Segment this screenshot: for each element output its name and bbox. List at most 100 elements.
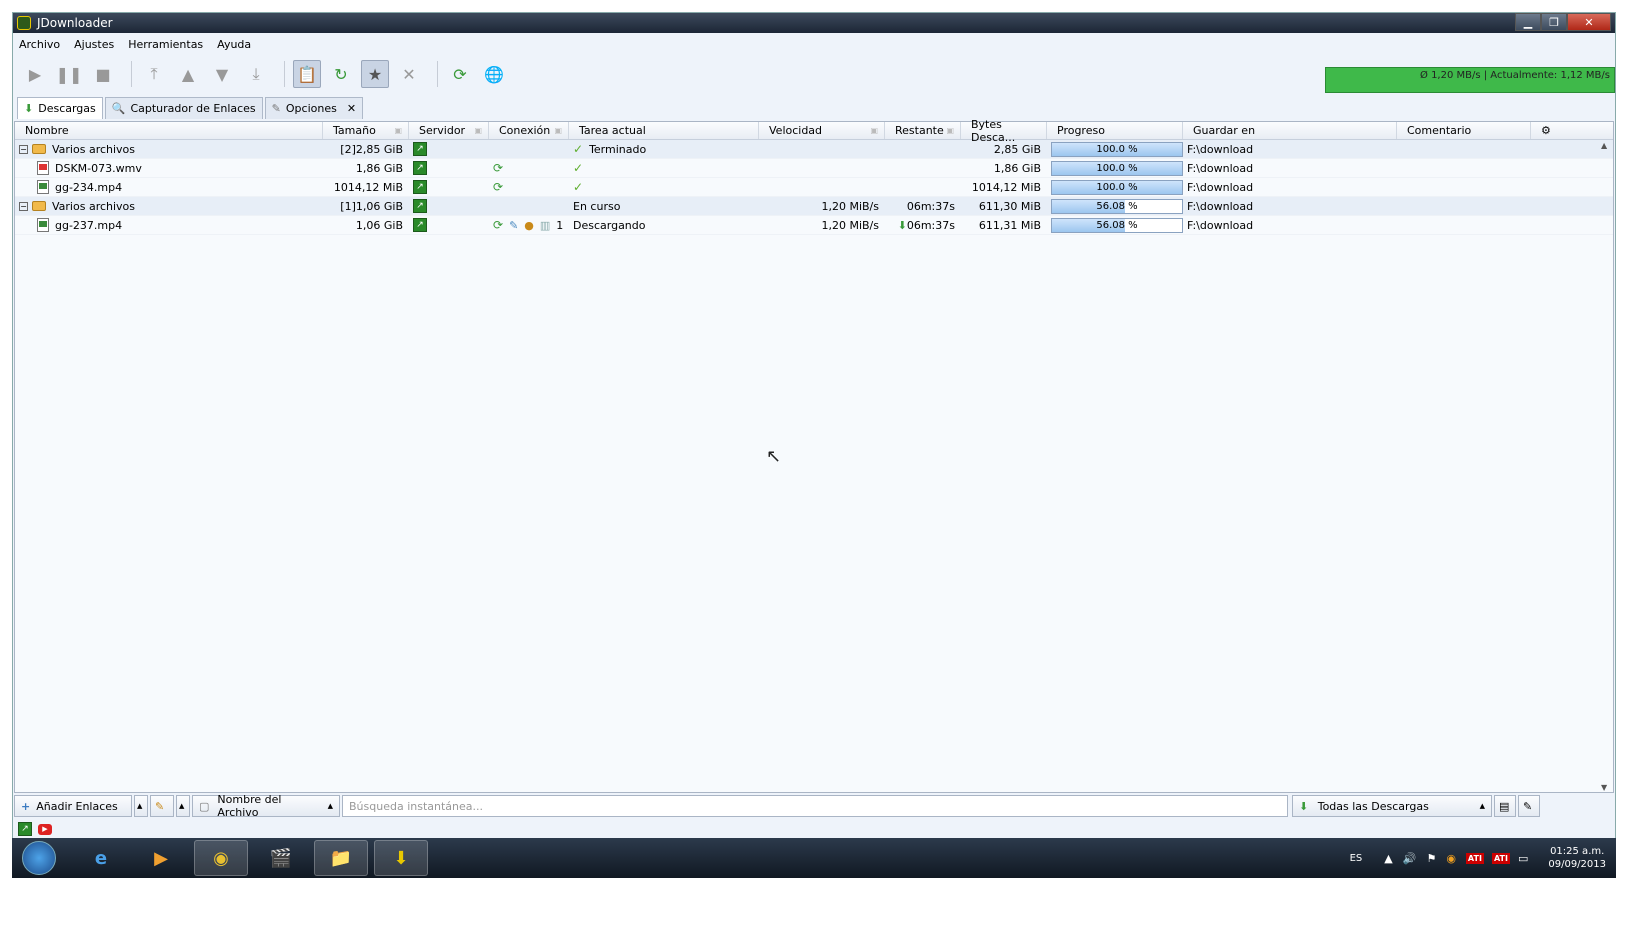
- column-settings-icon[interactable]: ⚙: [1531, 122, 1551, 139]
- tab-label: Descargas: [38, 102, 96, 115]
- clock[interactable]: 01:25 a.m. 09/09/2013: [1548, 845, 1606, 871]
- column-bytes[interactable]: Bytes Desca...: [961, 118, 1047, 144]
- tray-app-icon[interactable]: ◉: [1446, 852, 1456, 865]
- file-row[interactable]: DSKM-073.wmv 1,86 GiB ↗ ⟳ ✓ 1,86 GiB 100.0 % F:…: [15, 159, 1613, 178]
- remaining-cell: [885, 178, 961, 196]
- name-cell: − Varios archivos: [15, 140, 323, 158]
- tab-capturador[interactable]: 🔍 Capturador de Enlaces: [104, 97, 263, 119]
- column-tamano[interactable]: Tamaño ▣: [323, 122, 409, 139]
- column-conexion[interactable]: Conexión ▣: [489, 122, 569, 139]
- menu-ayuda[interactable]: Ayuda: [217, 38, 251, 51]
- package-row[interactable]: − Varios archivos [2] 2,85 GiB ↗ ✓ Terminado 2,…: [15, 140, 1613, 159]
- auto-reconnect-toggle[interactable]: ↻: [327, 60, 355, 88]
- scroll-down-icon[interactable]: ▼: [1601, 783, 1607, 792]
- move-bottom-button[interactable]: ⤓: [242, 60, 270, 88]
- minimize-button[interactable]: ▁: [1515, 13, 1541, 31]
- collapse-toggle-icon[interactable]: −: [19, 201, 28, 211]
- layout-toggle-button[interactable]: ▤: [1494, 795, 1516, 817]
- move-up-button[interactable]: ▲: [174, 60, 202, 88]
- ati-icon[interactable]: ATI: [1491, 852, 1510, 864]
- column-restante[interactable]: Restante ▣: [885, 122, 961, 139]
- add-links-button[interactable]: + Añadir Enlaces: [14, 795, 132, 817]
- start-downloads-button[interactable]: ▶: [21, 60, 49, 88]
- premium-toggle[interactable]: ★: [361, 60, 389, 88]
- action-center-flag-icon[interactable]: ⚑: [1426, 852, 1436, 865]
- column-label: Progreso: [1057, 124, 1105, 137]
- taskbar-ie-icon[interactable]: e: [74, 840, 128, 876]
- bytes-value: 1,86 GiB: [993, 161, 1041, 175]
- close-button[interactable]: ✕: [1567, 13, 1611, 31]
- menu-ajustes[interactable]: Ajustes: [74, 38, 114, 51]
- column-comentario[interactable]: Comentario: [1397, 122, 1531, 139]
- size-value: 1014,12 MiB: [333, 180, 403, 194]
- column-nombre[interactable]: Nombre: [15, 122, 323, 139]
- tab-opciones[interactable]: ✎ Opciones ✕: [264, 97, 364, 119]
- vertical-scrollbar[interactable]: ▲ ▼: [1599, 141, 1613, 792]
- clean-up-button[interactable]: ✎: [150, 795, 174, 817]
- move-down-button[interactable]: ▼: [208, 60, 236, 88]
- progress-bar: 100.0 %: [1051, 141, 1183, 157]
- youtube-icon[interactable]: ▶: [38, 823, 52, 835]
- lock-icon: ▣: [554, 126, 562, 135]
- update-button[interactable]: 🌐: [480, 60, 508, 88]
- lock-icon: ▣: [946, 126, 954, 135]
- progress-text: 100.0 %: [1096, 181, 1138, 193]
- host-icon: ↗: [413, 161, 427, 175]
- network-icon[interactable]: ▭: [1518, 852, 1528, 865]
- lock-icon: ▣: [474, 126, 482, 135]
- pause-downloads-button[interactable]: ❚❚: [55, 60, 83, 88]
- save-path-cell: F:\download: [1183, 178, 1397, 196]
- size-value: 1,86 GiB: [355, 161, 403, 175]
- package-row[interactable]: − Varios archivos [1] 1,06 GiB ↗ En curso 1,20…: [15, 197, 1613, 216]
- menu-herramientas[interactable]: Herramientas: [128, 38, 203, 51]
- column-velocidad[interactable]: Velocidad ▣: [759, 122, 885, 139]
- finished-check-icon: ✓: [573, 180, 584, 194]
- task-cell: ✓ Terminado: [569, 140, 759, 158]
- column-servidor[interactable]: Servidor ▣: [409, 122, 489, 139]
- silent-mode-toggle[interactable]: ✕: [395, 60, 423, 88]
- taskbar-chrome-icon[interactable]: ◉: [194, 840, 248, 876]
- stop-downloads-button[interactable]: ■: [89, 60, 117, 88]
- search-field-selector[interactable]: ▢ Nombre del Archivo ▲: [192, 793, 340, 819]
- maximize-button[interactable]: ❐: [1541, 13, 1567, 31]
- reconnect-button[interactable]: ⟳: [446, 60, 474, 88]
- language-indicator[interactable]: ES: [1350, 853, 1363, 864]
- comment-cell: [1397, 216, 1531, 234]
- menu-archivo[interactable]: Archivo: [19, 38, 60, 51]
- taskbar-movie-maker-icon[interactable]: 🎬: [254, 840, 308, 876]
- clipboard-monitor-toggle[interactable]: 📋: [293, 60, 321, 88]
- bytes-value: 611,31 MiB: [978, 218, 1041, 232]
- taskbar-jdownloader-icon[interactable]: ⬇: [374, 840, 428, 876]
- host-icon: ↗: [413, 142, 427, 156]
- name-cell: DSKM-073.wmv: [15, 159, 323, 177]
- taskbar-explorer-icon[interactable]: 📁: [314, 840, 368, 876]
- volume-icon[interactable]: 🔊: [1403, 852, 1417, 865]
- show-hidden-icons-icon[interactable]: ▲: [1384, 852, 1392, 865]
- scroll-up-icon[interactable]: ▲: [1601, 141, 1607, 150]
- start-button[interactable]: [22, 841, 56, 875]
- connection-count: 1: [556, 218, 564, 232]
- package-name: Varios archivos: [52, 199, 136, 213]
- ati-icon[interactable]: ATI: [1465, 852, 1484, 864]
- add-links-dropdown[interactable]: ▲: [134, 795, 148, 817]
- clean-up-dropdown[interactable]: ▲: [176, 795, 190, 817]
- search-input[interactable]: Búsqueda instantánea...: [342, 795, 1288, 817]
- filter-label: Todas las Descargas: [1317, 799, 1429, 813]
- taskbar-media-player-icon[interactable]: ▶: [134, 840, 188, 876]
- column-progreso[interactable]: Progreso: [1047, 122, 1183, 139]
- settings-wrench-button[interactable]: ✎: [1518, 795, 1540, 817]
- column-guardar[interactable]: Guardar en: [1183, 122, 1397, 139]
- close-tab-icon[interactable]: ✕: [347, 102, 356, 115]
- size-value: 2,85 GiB: [355, 142, 403, 156]
- file-row[interactable]: gg-234.mp4 1014,12 MiB ↗ ⟳ ✓ 1014,12 MiB 100.0…: [15, 178, 1613, 197]
- file-row[interactable]: gg-237.mp4 1,06 GiB ↗ ⟳ ✎ ● ▥ 1 Descargando 1,20 …: [15, 216, 1613, 235]
- filter-dropdown[interactable]: ⬇ Todas las Descargas ▲: [1292, 795, 1492, 817]
- bytes-cell: 1014,12 MiB: [961, 178, 1047, 196]
- host-status-icon[interactable]: ↗: [18, 822, 32, 836]
- move-top-button[interactable]: ⤒: [140, 60, 168, 88]
- tab-descargas[interactable]: ⬇ Descargas: [17, 97, 103, 119]
- column-tarea[interactable]: Tarea actual: [569, 122, 759, 139]
- collapse-toggle-icon[interactable]: −: [19, 144, 28, 154]
- toolbar: ▶ ❚❚ ■ ⤒ ▲ ▼ ⤓ 📋 ↻ ★ ✕ ⟳ 🌐 Ø 1,20 MB/s |…: [13, 55, 1615, 93]
- name-cell: − Varios archivos: [15, 197, 323, 215]
